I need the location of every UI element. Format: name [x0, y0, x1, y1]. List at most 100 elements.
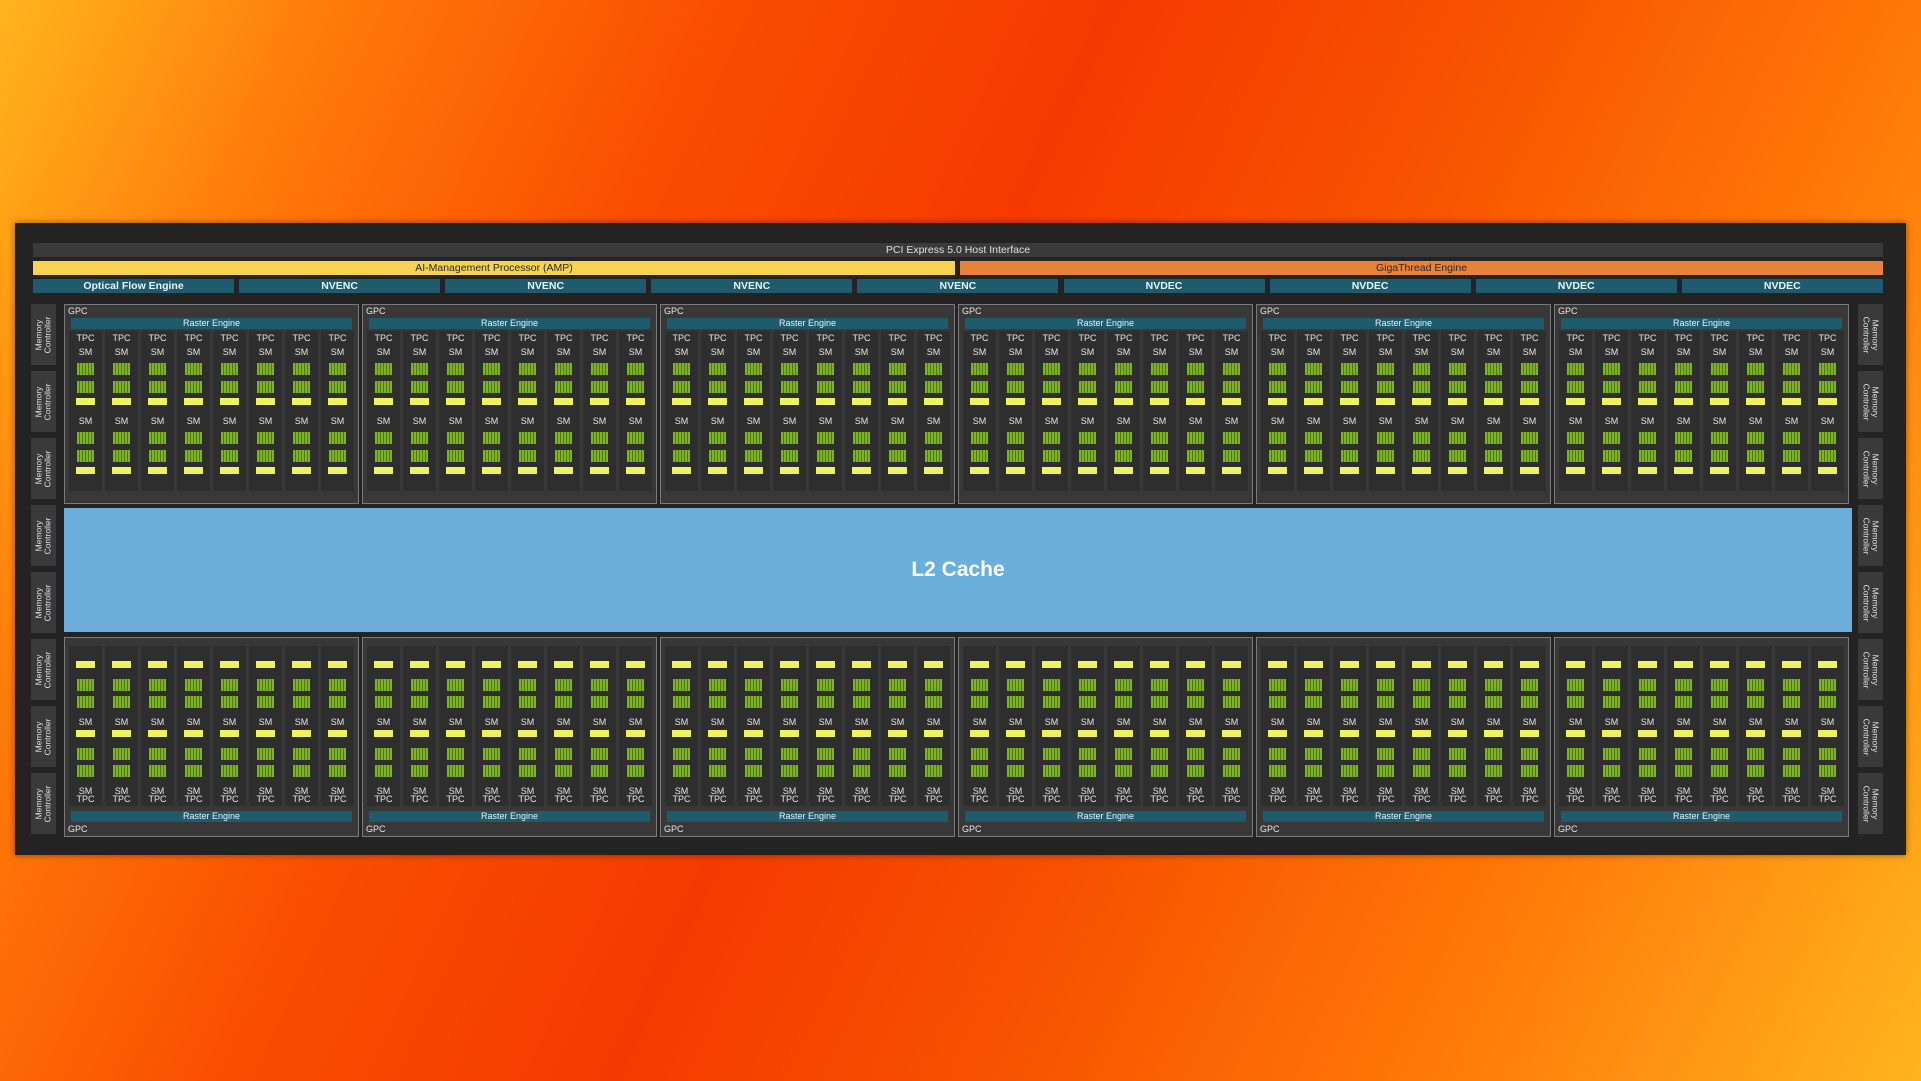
- tpc-unit: TPC SM SM: [141, 646, 174, 806]
- cuda-cores: [817, 679, 834, 691]
- tensor-core: [852, 730, 871, 737]
- tensor-core: [374, 467, 393, 474]
- cuda-cores: [1485, 696, 1502, 708]
- sm-unit: SM: [370, 416, 397, 484]
- sm-unit: SM: [216, 347, 243, 415]
- cuda-cores: [853, 748, 870, 760]
- cuda-cores: [1449, 765, 1466, 777]
- tpc-unit: TPC SM SM: [1739, 646, 1772, 806]
- tpc-unit: TPC SM SM: [1441, 331, 1474, 491]
- sm-label: SM: [674, 717, 689, 727]
- sm-label: SM: [1640, 416, 1655, 426]
- sm-unit: SM: [1778, 416, 1805, 484]
- cuda-cores: [1603, 765, 1620, 777]
- tpc-label: TPC: [374, 333, 393, 343]
- tensor-core: [1448, 661, 1467, 668]
- cuda-cores: [555, 450, 572, 462]
- cuda-cores: [113, 450, 130, 462]
- cuda-cores: [149, 381, 166, 393]
- sm-unit: SM: [1516, 730, 1543, 798]
- tpc-unit: TPC SM SM: [1107, 331, 1140, 491]
- tensor-core: [590, 730, 609, 737]
- cuda-cores: [745, 679, 762, 691]
- tensor-core: [744, 398, 763, 405]
- sm-unit: SM: [1110, 347, 1137, 415]
- cuda-cores: [1341, 450, 1358, 462]
- gpc-label: GPC: [68, 306, 88, 316]
- cuda-cores: [1449, 363, 1466, 375]
- sm-unit: SM: [550, 661, 577, 729]
- cuda-cores: [1783, 765, 1800, 777]
- sm-unit: SM: [1002, 730, 1029, 798]
- tensor-core: [1150, 730, 1169, 737]
- sm-label: SM: [710, 717, 725, 727]
- sm-label: SM: [1306, 416, 1321, 426]
- memory-controller-label: Memory Controller: [33, 785, 53, 822]
- cuda-cores: [745, 696, 762, 708]
- cuda-cores: [1377, 748, 1394, 760]
- cuda-cores: [483, 363, 500, 375]
- sm-label: SM: [1224, 786, 1239, 796]
- tpc-unit: TPC SM SM: [141, 331, 174, 491]
- tpc-unit: TPC SM SM: [511, 646, 544, 806]
- tensor-core: [1304, 730, 1323, 737]
- raster-engine: Raster Engine: [965, 318, 1246, 329]
- cuda-cores: [1043, 696, 1060, 708]
- cuda-cores: [709, 679, 726, 691]
- cuda-cores: [1485, 363, 1502, 375]
- sm-label: SM: [1342, 786, 1357, 796]
- tpc-unit: TPC SM SM: [619, 646, 652, 806]
- cuda-cores: [77, 679, 94, 691]
- cuda-cores: [1711, 363, 1728, 375]
- nvenc-engine: NVENC: [651, 279, 853, 293]
- sm-unit: SM: [216, 416, 243, 484]
- tensor-core: [1376, 661, 1395, 668]
- sm-label: SM: [1486, 717, 1501, 727]
- tensor-core: [1186, 661, 1205, 668]
- cuda-cores: [1747, 748, 1764, 760]
- cuda-cores: [1377, 450, 1394, 462]
- cuda-cores: [1413, 748, 1430, 760]
- tpc-unit: TPC SM SM: [1811, 331, 1844, 491]
- cuda-cores: [889, 450, 906, 462]
- cuda-cores: [1269, 765, 1286, 777]
- sm-unit: SM: [776, 661, 803, 729]
- cuda-cores: [483, 381, 500, 393]
- tpc-label: TPC: [518, 333, 537, 343]
- sm-label: SM: [1450, 416, 1465, 426]
- gpc-block: GPC Raster Engine TPC SM SM TPC SM SM TPC SM SM TPC…: [362, 637, 657, 837]
- sm-label: SM: [1712, 347, 1727, 357]
- sm-unit: SM: [180, 347, 207, 415]
- sm-unit: SM: [1562, 730, 1589, 798]
- cuda-cores: [1305, 381, 1322, 393]
- sm-unit: SM: [1706, 416, 1733, 484]
- cuda-cores: [673, 765, 690, 777]
- tpc-label: TPC: [1484, 333, 1503, 343]
- sm-label: SM: [222, 786, 237, 796]
- sm-label: SM: [1640, 347, 1655, 357]
- tensor-core: [1484, 730, 1503, 737]
- cuda-cores: [853, 679, 870, 691]
- cuda-cores: [447, 765, 464, 777]
- tensor-core: [76, 467, 95, 474]
- sm-unit: SM: [1372, 661, 1399, 729]
- sm-unit: SM: [1778, 347, 1805, 415]
- tensor-core: [1710, 730, 1729, 737]
- tensor-core: [1448, 730, 1467, 737]
- pcie-host-interface: PCI Express 5.0 Host Interface: [33, 243, 1883, 257]
- cuda-cores: [1567, 432, 1584, 444]
- gpc-label: GPC: [1558, 824, 1578, 834]
- sm-label: SM: [592, 717, 607, 727]
- sm-label: SM: [972, 416, 987, 426]
- sm-unit: SM: [920, 416, 947, 484]
- sm-unit: SM: [1516, 416, 1543, 484]
- sm-unit: SM: [1562, 347, 1589, 415]
- cuda-cores: [925, 450, 942, 462]
- tpc-label: TPC: [328, 333, 347, 343]
- sm-label: SM: [1270, 717, 1285, 727]
- cuda-cores: [1639, 450, 1656, 462]
- tpc-unit: TPC SM SM: [1513, 331, 1546, 491]
- cuda-cores: [627, 748, 644, 760]
- cuda-cores: [555, 765, 572, 777]
- cuda-cores: [925, 679, 942, 691]
